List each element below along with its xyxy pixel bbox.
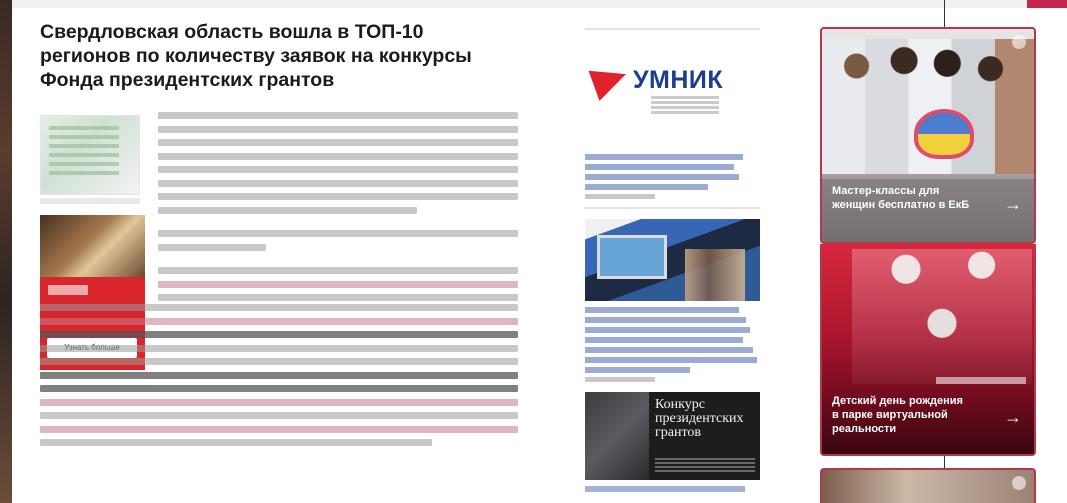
people-shape [685, 249, 745, 301]
sidebar-ad-logo [48, 285, 88, 295]
paragraph-line [158, 125, 518, 133]
news-link-line[interactable] [585, 184, 708, 190]
news-link-line[interactable] [585, 317, 746, 323]
news-link-line[interactable] [585, 347, 753, 353]
paragraph-link-line[interactable] [40, 398, 518, 406]
book-image [585, 392, 649, 480]
ad-vr-park[interactable]: Детский день рождения в парке виртуально… [820, 244, 1036, 456]
paragraph-line [158, 243, 266, 251]
article-title: Свердловская область вошла в ТОП-10 реги… [40, 21, 472, 91]
paragraph-link-line[interactable] [40, 425, 518, 433]
paragraph-line [40, 439, 432, 446]
news-meta [585, 377, 655, 382]
paragraph-line [158, 267, 518, 274]
news-link-line[interactable] [585, 307, 739, 313]
ad-info-icon[interactable] [1012, 35, 1026, 49]
paragraph-link-line[interactable] [158, 280, 518, 288]
arrow-right-icon[interactable]: → [1004, 407, 1022, 428]
news-link-line[interactable] [585, 327, 750, 333]
paragraph-line [40, 412, 518, 419]
sidebar-ad-photo [40, 215, 145, 277]
ad-vr-park-photo [852, 249, 1032, 384]
news-card-umnik[interactable]: УМНИК [585, 36, 760, 154]
article-body-top [158, 112, 518, 308]
related-news-column: УМНИК Конкурс президентских грантов [585, 28, 760, 492]
paragraph-line [40, 344, 518, 352]
article-thumbnail[interactable] [40, 115, 140, 195]
ad-vr-park-tagline [936, 377, 1026, 384]
paragraph-line [158, 179, 518, 187]
ad-masterclass[interactable]: Мастер-классы для женщин бесплатно в ЕкБ… [820, 27, 1036, 244]
thumbnail-graphic [49, 126, 119, 176]
paragraph-line [158, 152, 518, 160]
paragraph-bold-line [40, 385, 518, 392]
news-link-line[interactable] [585, 164, 734, 170]
news-link-line[interactable] [585, 486, 745, 492]
grants-card-text: Конкурс президентских грантов [655, 397, 744, 440]
paragraph-line [158, 294, 518, 301]
article-body-bottom [40, 304, 518, 453]
thumbnail-caption [40, 198, 140, 204]
paragraph-line [158, 139, 518, 146]
ad-info-icon[interactable] [1012, 476, 1026, 490]
top-bar-accent [1027, 0, 1067, 8]
paragraph-bold-line [40, 331, 518, 338]
column-separator [585, 207, 760, 209]
top-bar [12, 0, 1067, 8]
news-card-grants[interactable]: Конкурс президентских грантов [585, 392, 760, 480]
paragraph-line [40, 358, 518, 365]
column-separator [585, 28, 760, 30]
heart-icon [914, 109, 974, 159]
article: Свердловская область вошла в ТОП-10 реги… [40, 20, 518, 446]
umnik-logo-subtitle [651, 96, 719, 114]
ad-masterclass-text: Мастер-классы для женщин бесплатно в ЕкБ [832, 185, 970, 211]
ad-column: Мастер-классы для женщин бесплатно в ЕкБ… [820, 27, 1036, 503]
umnik-logo-text: УМНИК [633, 66, 724, 94]
news-link-line[interactable] [585, 154, 743, 160]
ad-vr-park-text: Детский день рождения в парке виртуально… [832, 395, 963, 435]
news-link-line[interactable] [585, 357, 757, 363]
news-link-line[interactable] [585, 337, 743, 343]
grants-card-small-text [655, 458, 755, 472]
news-link-line[interactable] [585, 174, 739, 180]
paragraph-line [158, 193, 518, 200]
paragraph-line [40, 304, 518, 311]
paragraph-line [158, 230, 518, 237]
paragraph-bold-line [40, 371, 518, 379]
news-link-line[interactable] [585, 367, 690, 373]
ad-next[interactable] [820, 468, 1036, 503]
paragraph-line [158, 166, 518, 173]
umnik-arrow-icon [588, 59, 632, 101]
arrow-right-icon[interactable]: → [1004, 194, 1022, 215]
paragraph-line [158, 112, 518, 119]
left-edge-background [0, 0, 12, 503]
paragraph-line [158, 206, 418, 214]
paragraph-link-line[interactable] [40, 317, 518, 325]
umnik-logo: УМНИК [588, 59, 758, 114]
screen-shape [597, 235, 667, 279]
news-card-image-meeting[interactable] [585, 219, 760, 301]
